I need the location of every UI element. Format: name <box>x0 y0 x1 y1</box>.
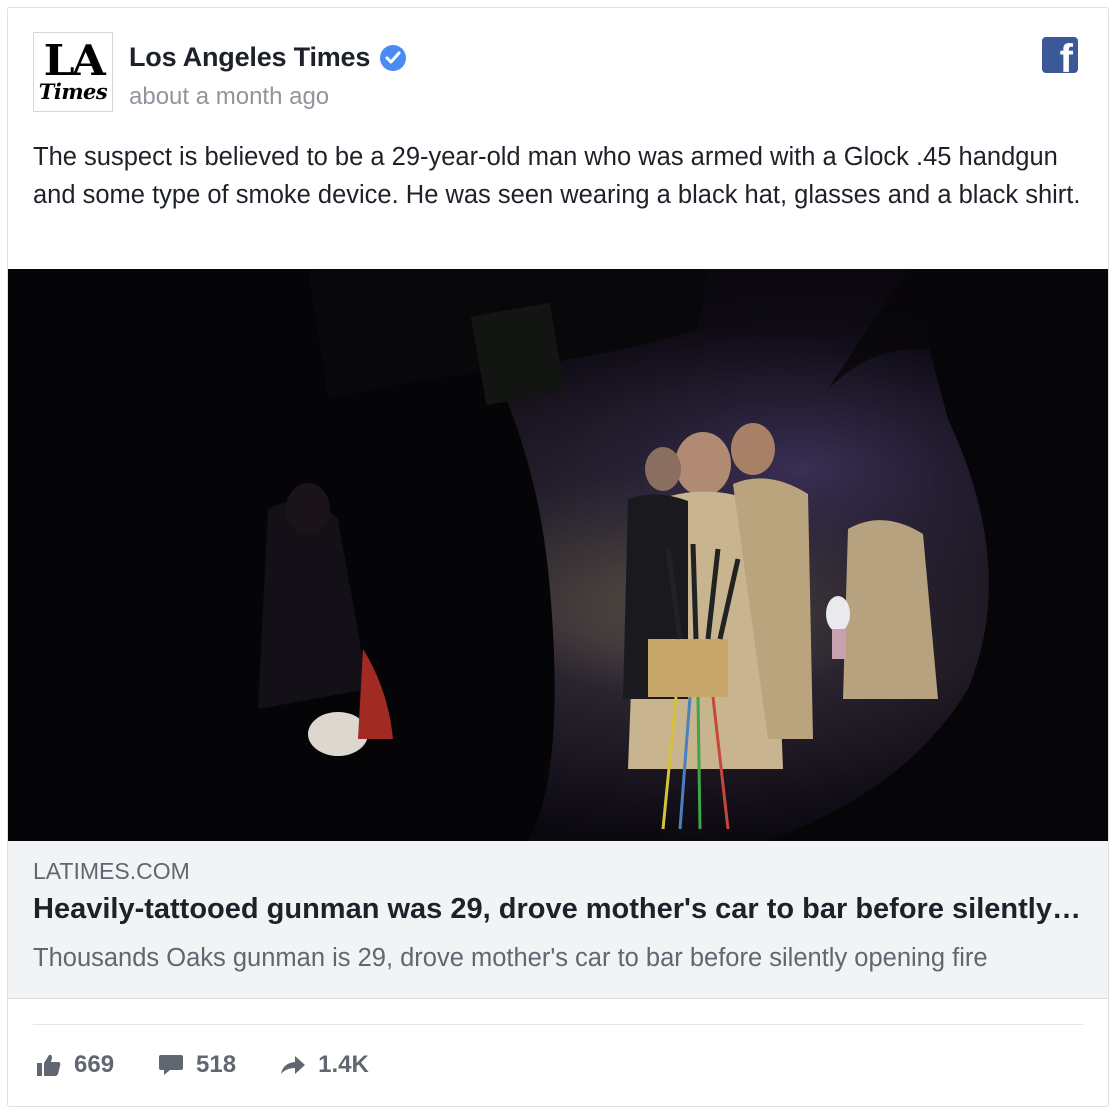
share-arrow-icon <box>281 1056 306 1074</box>
like-icon <box>37 1054 61 1076</box>
link-description: Thousands Oaks gunman is 29, drove mothe… <box>33 944 988 972</box>
comments-count: 518 <box>196 1051 237 1078</box>
engagement-stats: 669 518 1.4K <box>36 1050 413 1080</box>
post-timestamp[interactable]: about a month ago <box>129 83 329 111</box>
link-domain: LATIMES.COM <box>33 858 190 884</box>
verified-badge-icon <box>380 44 407 71</box>
post-text: The suspect is believed to be a 29-year-… <box>33 143 1081 209</box>
publisher-name[interactable]: Los Angeles Times <box>129 42 407 73</box>
likes-count: 669 <box>74 1051 115 1078</box>
likes-stat[interactable]: 669 <box>36 1051 114 1079</box>
shares-count: 1.4K <box>318 1051 369 1078</box>
shares-stat[interactable]: 1.4K <box>280 1051 369 1079</box>
link-preview[interactable]: LATIMES.COM Heavily-tattooed gunman was … <box>8 841 1108 999</box>
link-image[interactable] <box>8 269 1108 841</box>
post-header: LA Times Los Angeles Times about a month… <box>33 32 1083 112</box>
publisher-name-text[interactable]: Los Angeles Times <box>129 42 370 73</box>
facebook-icon[interactable]: f <box>1042 37 1078 73</box>
publisher-logo[interactable]: LA Times <box>33 32 113 112</box>
post-card: LA Times Los Angeles Times about a month… <box>7 7 1109 1107</box>
comments-stat[interactable]: 518 <box>158 1051 236 1079</box>
logo-la: LA <box>43 36 106 85</box>
divider <box>33 1024 1083 1025</box>
comment-icon <box>159 1055 184 1075</box>
link-title[interactable]: Heavily-tattooed gunman was 29, drove mo… <box>33 893 1083 926</box>
